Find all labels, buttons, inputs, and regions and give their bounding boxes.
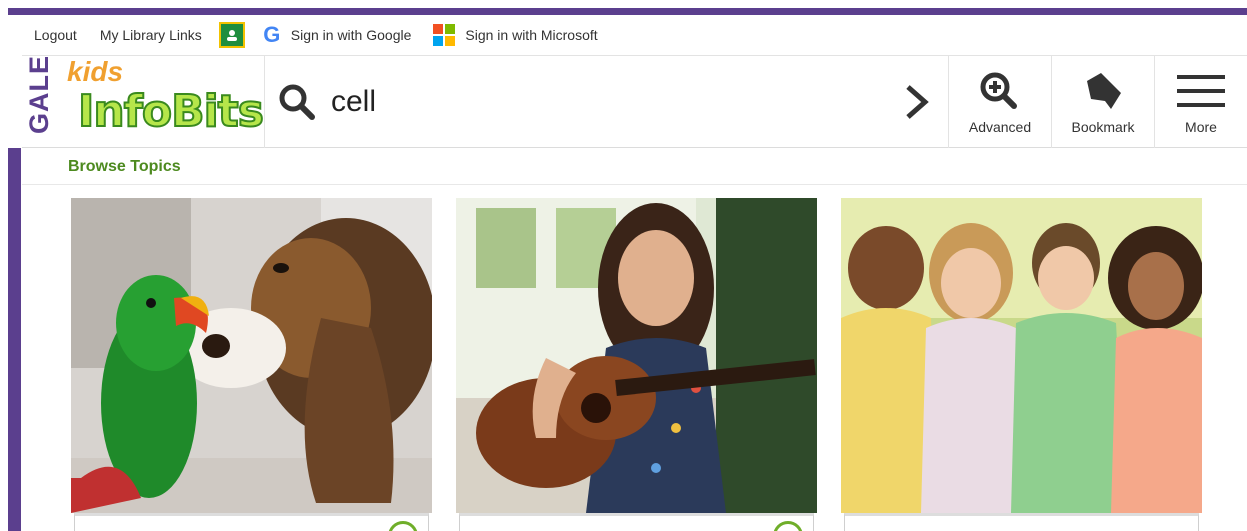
- search-area: [265, 56, 949, 148]
- bookmark-label: Bookmark: [1071, 119, 1135, 135]
- gale-logo-text: GALE: [24, 54, 54, 134]
- kids-logo-text: kids: [67, 56, 124, 87]
- topic-card-animals[interactable]: [71, 198, 432, 531]
- topic-card-people[interactable]: [841, 198, 1202, 531]
- microsoft-icon: [433, 24, 456, 46]
- search-go-button[interactable]: [895, 82, 935, 122]
- more-label: More: [1185, 119, 1217, 135]
- card-caption[interactable]: [74, 513, 429, 531]
- logout-link[interactable]: Logout: [34, 27, 77, 43]
- card-caption[interactable]: [844, 513, 1199, 531]
- bookmark-icon: [1087, 73, 1121, 109]
- arrow-right-icon: [773, 521, 803, 531]
- arrow-right-icon: [388, 521, 418, 531]
- topic-card-arts[interactable]: [456, 198, 817, 531]
- more-menu-button[interactable]: More: [1155, 56, 1247, 148]
- browse-topics-bar: Browse Topics: [22, 148, 1247, 185]
- hamburger-menu-icon: [1177, 75, 1225, 107]
- bookmark-button[interactable]: Bookmark: [1052, 56, 1155, 148]
- browse-topics-heading: Browse Topics: [68, 158, 181, 175]
- header: GALE kids InfoBits Advanced Bookmark: [22, 55, 1247, 148]
- kids-group-photo[interactable]: [841, 198, 1202, 513]
- infobits-logo-text: InfoBits: [77, 85, 265, 138]
- left-accent-stripe: [8, 148, 21, 531]
- parrot-and-dog-photo[interactable]: [71, 198, 432, 513]
- microsoft-sign-in-button[interactable]: Sign in with Microsoft: [433, 24, 598, 46]
- google-sign-in-button[interactable]: G Sign in with Google: [261, 22, 412, 48]
- advanced-search-button[interactable]: Advanced: [949, 56, 1052, 148]
- my-library-links-link[interactable]: My Library Links: [100, 27, 202, 43]
- advanced-label: Advanced: [968, 119, 1032, 135]
- top-accent-stripe: [8, 8, 1247, 15]
- google-sign-in-label: Sign in with Google: [290, 27, 412, 43]
- microsoft-sign-in-label: Sign in with Microsoft: [465, 27, 598, 43]
- zoom-plus-icon: [980, 72, 1017, 109]
- card-caption[interactable]: [459, 513, 814, 531]
- google-icon: G: [263, 22, 281, 47]
- girl-guitar-photo[interactable]: [456, 198, 817, 513]
- google-classroom-icon[interactable]: [218, 22, 245, 48]
- search-icon: [279, 84, 315, 120]
- kids-infobits-logo[interactable]: GALE kids InfoBits: [22, 54, 265, 148]
- search-input[interactable]: [331, 82, 871, 122]
- utility-bar: Logout My Library Links G Sign in with G…: [22, 15, 1247, 55]
